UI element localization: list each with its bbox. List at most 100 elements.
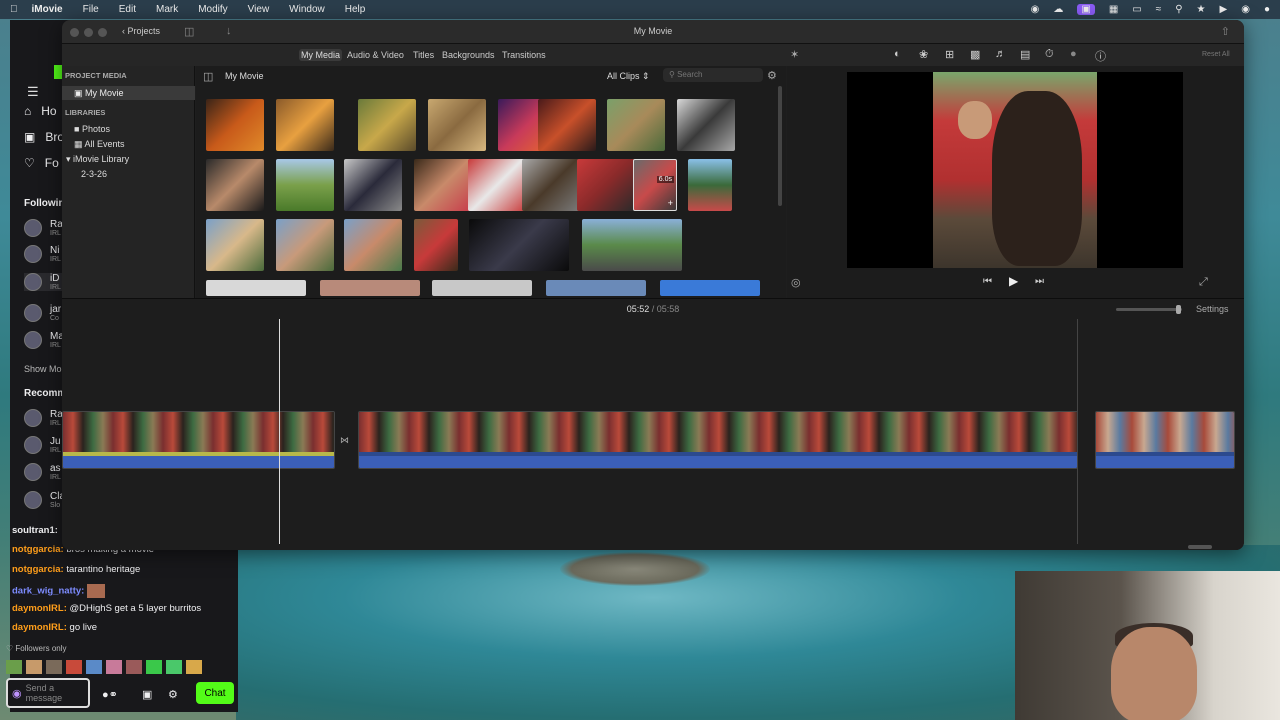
record-icon[interactable]: ▣: [1077, 4, 1095, 15]
tab-my-media[interactable]: My Media: [299, 49, 343, 61]
chat-username[interactable]: daymonIRL:: [12, 622, 67, 633]
magic-wand-icon[interactable]: ✶: [790, 48, 799, 61]
timeline-settings-button[interactable]: Settings: [1196, 304, 1229, 314]
play-icon[interactable]: ▶: [1009, 274, 1018, 288]
nav-following[interactable]: ♡ Fo: [24, 156, 59, 170]
media-thumbnail[interactable]: [344, 159, 402, 211]
browser-scrollbar[interactable]: [778, 86, 782, 206]
clip-filter-select[interactable]: All Clips ⇕: [607, 71, 650, 82]
recommended-channel[interactable]: Ju IRL: [24, 436, 61, 454]
chat-username[interactable]: notggarcia:: [12, 564, 64, 575]
skip-forward-icon[interactable]: ⏭: [1035, 276, 1044, 287]
recommended-channel[interactable]: as IRL: [24, 463, 61, 481]
menu-help[interactable]: Help: [345, 4, 366, 15]
sidebar-item-imovie-library[interactable]: ▾ iMovie Library: [66, 154, 129, 165]
sidebar-item-my-movie[interactable]: ▣ My Movie: [62, 86, 195, 100]
add-clip-icon[interactable]: +: [668, 198, 673, 208]
filter-icon[interactable]: ●: [1070, 48, 1077, 60]
zoom-slider[interactable]: [1116, 305, 1182, 314]
timeline-clip[interactable]: [62, 411, 335, 469]
timeline-scrollbar[interactable]: [1188, 545, 1212, 549]
battery-icon[interactable]: ▭: [1132, 4, 1141, 15]
chat-username[interactable]: daymonIRL:: [12, 603, 67, 614]
bluetooth-icon[interactable]: ★: [1197, 4, 1206, 15]
chat-username[interactable]: notggarcia:: [12, 544, 64, 555]
store-icon[interactable]: ▣: [142, 688, 152, 701]
zoom-slider-handle[interactable]: [1176, 305, 1181, 314]
chat-username[interactable]: dark_wig_natty:: [12, 586, 84, 597]
media-thumbnail[interactable]: [414, 159, 472, 211]
bits-icon[interactable]: ●⚭: [102, 688, 118, 701]
followed-channel[interactable]: Ma IRL: [24, 331, 64, 349]
tab-transitions[interactable]: Transitions: [502, 50, 546, 60]
tab-audio-video[interactable]: Audio & Video: [347, 50, 404, 60]
media-thumbnail[interactable]: [546, 280, 646, 296]
followed-channel[interactable]: Ni IRL: [24, 245, 61, 263]
menu-file[interactable]: File: [83, 4, 99, 15]
reset-all-button[interactable]: Reset All: [1202, 51, 1230, 58]
media-thumbnail[interactable]: [320, 280, 420, 296]
siri-icon[interactable]: ●: [1264, 4, 1270, 15]
skip-back-icon[interactable]: ⏮: [983, 276, 992, 287]
hamburger-menu-icon[interactable]: ☰: [27, 84, 39, 100]
media-thumbnail-selected[interactable]: 6.0s +: [633, 159, 677, 211]
media-thumbnail[interactable]: [206, 159, 264, 211]
media-thumbnail[interactable]: [432, 280, 532, 296]
menu-window[interactable]: Window: [289, 4, 325, 15]
chat-username[interactable]: soultran1:: [12, 525, 58, 536]
play-status-icon[interactable]: ▶: [1220, 4, 1228, 15]
recommended-channel[interactable]: Cla Slo: [24, 491, 65, 509]
menu-modify[interactable]: Modify: [198, 4, 227, 15]
media-thumbnail[interactable]: [522, 159, 580, 211]
stabilization-icon[interactable]: ▩: [970, 48, 980, 61]
grid-icon[interactable]: ▦: [1109, 4, 1118, 15]
media-thumbnail[interactable]: [469, 219, 569, 271]
followed-channel[interactable]: jar Co: [24, 304, 61, 322]
media-thumbnail[interactable]: [577, 159, 635, 211]
media-thumbnail[interactable]: [206, 99, 264, 151]
volume-icon[interactable]: ♬: [995, 48, 1006, 60]
media-thumbnail[interactable]: [538, 99, 596, 151]
recommended-channel[interactable]: Ra IRL: [24, 409, 63, 427]
share-icon[interactable]: ⇧: [1221, 25, 1230, 38]
info-icon[interactable]: ⓘ: [1095, 48, 1106, 64]
equalizer-icon[interactable]: ▤: [1020, 48, 1030, 61]
sidebar-item-all-events[interactable]: ▦ All Events: [74, 139, 125, 150]
menu-edit[interactable]: Edit: [119, 4, 136, 15]
crop-icon[interactable]: ⊞: [945, 48, 954, 61]
color-balance-icon[interactable]: ◐: [894, 48, 901, 60]
media-thumbnail[interactable]: [206, 280, 306, 296]
media-thumbnail[interactable]: [688, 159, 732, 211]
menu-app-name[interactable]: iMovie: [32, 4, 63, 15]
followed-channel[interactable]: Ra IRL: [24, 219, 63, 237]
media-thumbnail[interactable]: [206, 219, 264, 271]
media-thumbnail[interactable]: [468, 159, 526, 211]
nav-home[interactable]: ⌂ Ho: [24, 104, 57, 118]
search-icon[interactable]: ⚲: [1175, 4, 1182, 15]
timeline-clip[interactable]: [358, 411, 1078, 469]
microphone-icon[interactable]: ◎: [791, 276, 801, 289]
wifi-icon[interactable]: ≈: [1156, 4, 1162, 15]
media-thumbnail[interactable]: [276, 219, 334, 271]
sidebar-toggle-icon[interactable]: ◫: [203, 70, 213, 83]
timeline-clip[interactable]: [1095, 411, 1235, 469]
color-correction-icon[interactable]: ❀: [919, 48, 928, 61]
chat-input[interactable]: ◉ Send a message: [6, 678, 90, 708]
media-thumbnail[interactable]: [276, 159, 334, 211]
media-thumbnail[interactable]: [344, 219, 402, 271]
tab-backgrounds[interactable]: Backgrounds: [442, 50, 495, 60]
tab-titles[interactable]: Titles: [413, 50, 434, 60]
search-input[interactable]: ⚲ Search: [663, 68, 763, 82]
emote-bar[interactable]: [6, 660, 202, 674]
menu-view[interactable]: View: [248, 4, 270, 15]
control-center-icon[interactable]: ◉: [1241, 4, 1250, 15]
media-thumbnail[interactable]: [414, 219, 458, 271]
chat-send-button[interactable]: Chat: [196, 682, 234, 704]
media-thumbnail[interactable]: [428, 99, 486, 151]
settings-gear-icon[interactable]: ⚙: [767, 69, 777, 82]
status-icon[interactable]: ◉: [1031, 4, 1040, 15]
settings-gear-icon[interactable]: ⚙: [168, 688, 178, 701]
media-thumbnail[interactable]: [607, 99, 665, 151]
speed-icon[interactable]: ⏱: [1045, 48, 1054, 61]
microphone-icon[interactable]: ◉: [12, 687, 22, 700]
